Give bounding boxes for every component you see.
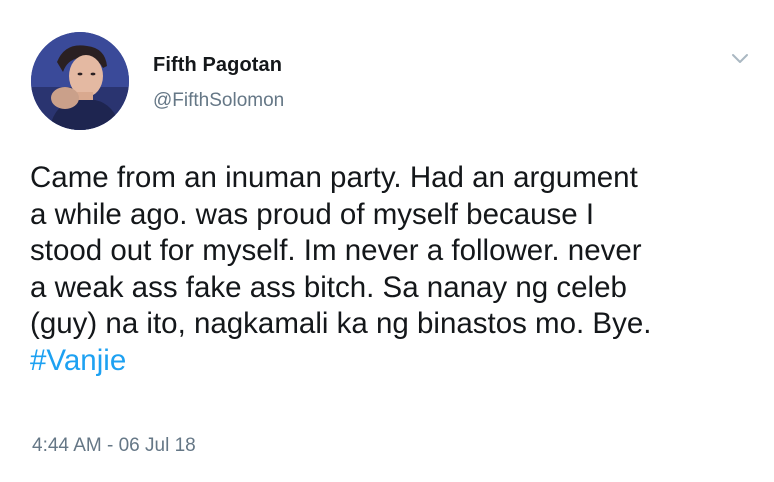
avatar[interactable] (31, 32, 129, 130)
avatar-image (31, 32, 129, 130)
hashtag-link[interactable]: #Vanjie (30, 344, 126, 377)
tweet-text: Came from an inuman party. Had an argume… (30, 160, 760, 379)
tweet-text-line: a while ago. was proud of myself because… (30, 197, 595, 231)
chevron-down-icon[interactable] (728, 50, 752, 68)
tweet-text-line: (guy) na ito, nagkamali ka ng binastos m… (30, 307, 652, 340)
tweet-timestamp[interactable]: 4:44 AM - 06 Jul 18 (32, 435, 196, 457)
tweet-text-line: a weak ass fake ass bitch. Sa nanay ng c… (30, 270, 627, 304)
author-handle[interactable]: @FifthSolomon (153, 90, 284, 112)
tweet-card: Fifth Pagotan @FifthSolomon Came from an… (0, 0, 774, 482)
author-display-name[interactable]: Fifth Pagotan (153, 54, 282, 77)
tweet-text-line: stood out for myself. Im never a followe… (30, 234, 642, 267)
tweet-text-line: Came from an inuman party. Had an argume… (30, 161, 638, 194)
